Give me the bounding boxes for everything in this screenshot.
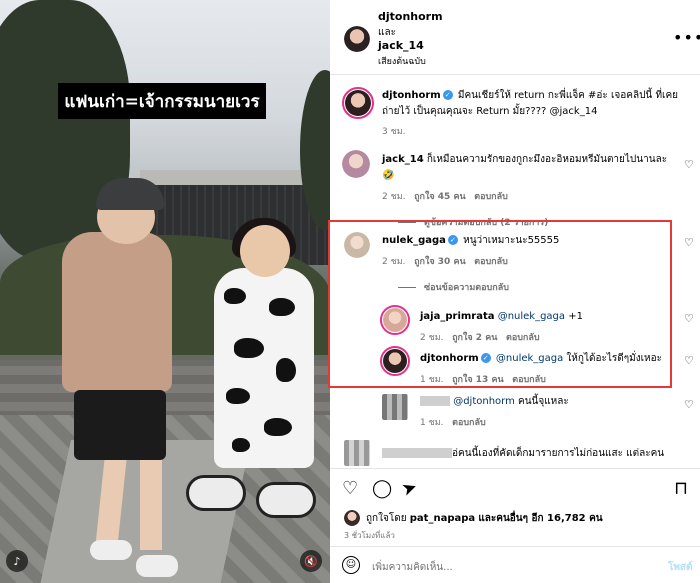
man-shoe xyxy=(90,540,132,560)
reply-button[interactable]: ตอบกลับ xyxy=(474,192,508,202)
comment-text: ก็เหมือนความรักของกูกะมึงอะอิหอมหรีมันตา… xyxy=(382,154,668,181)
comment-avatar[interactable] xyxy=(342,150,370,178)
like-comment-icon[interactable]: ♡ xyxy=(684,236,694,249)
like-comment-icon[interactable]: ♡ xyxy=(684,158,694,171)
like-comment-icon[interactable]: ♡ xyxy=(684,398,694,411)
divider xyxy=(330,546,700,547)
liked-by-count[interactable]: และคนอื่นๆ อีก 16,782 คน xyxy=(478,513,602,524)
comment-input[interactable]: เพิ่มความคิดเห็น... xyxy=(372,560,453,575)
comment-icon[interactable]: ◯ xyxy=(372,478,392,499)
video-caption: แฟนเก่า=เจ้ากรรมนายเวร xyxy=(58,83,266,119)
reel-video[interactable]: แฟนเก่า=เจ้ากรรมนายเวร ♪ 🔇 xyxy=(0,0,330,583)
comment-text: อ่คนนี้เองที่คัดเด็กมารายการไม่ก่อนแสะ แ… xyxy=(452,448,665,459)
divider xyxy=(330,468,700,469)
original-audio-link[interactable]: เสียงต้นฉบับ xyxy=(378,54,426,68)
like-reply-icon[interactable]: ♡ xyxy=(684,354,694,367)
divider xyxy=(330,74,700,75)
comment-mention[interactable]: @djtonhorm xyxy=(453,396,515,407)
comment-time: 2 ชม. xyxy=(382,192,406,202)
header-username-2[interactable]: jack_14 xyxy=(378,39,424,52)
post-timestamp: 3 ชั่วโมงที่แล้ว xyxy=(344,531,395,540)
header-and: และ xyxy=(378,27,396,38)
comment-avatar-blurred[interactable] xyxy=(344,440,370,466)
post-time: 3 ชม. xyxy=(382,127,406,137)
save-icon[interactable]: ⊓ xyxy=(674,478,688,499)
man-shoe xyxy=(136,555,178,577)
blurred-username xyxy=(382,448,452,458)
header-avatar[interactable] xyxy=(344,26,370,52)
more-icon[interactable]: ••• xyxy=(673,28,700,47)
comment-item: jack_14 ก็เหมือนความรักของกูกะมึงอะอิหอม… xyxy=(382,152,672,229)
man-shorts xyxy=(74,390,166,460)
woman-head xyxy=(240,225,290,277)
slipper xyxy=(256,482,316,518)
liked-by-avatar[interactable] xyxy=(344,510,360,526)
post-button[interactable]: โพสต์ xyxy=(668,560,693,575)
like-reply-icon[interactable]: ♡ xyxy=(684,312,694,325)
blurred-username xyxy=(420,396,450,406)
highlight-box xyxy=(328,220,672,388)
comment-item: อ่คนนี้เองที่คัดเด็กมารายการไม่ก่อนแสะ แ… xyxy=(382,446,682,462)
verified-icon: ✓ xyxy=(442,90,453,100)
mute-icon[interactable]: 🔇 xyxy=(300,550,322,572)
emoji-icon[interactable]: ☺ xyxy=(342,556,360,574)
cow-costume xyxy=(214,268,314,468)
post-author-avatar[interactable] xyxy=(342,87,374,119)
reply-button[interactable]: ตอบกลับ xyxy=(452,418,486,428)
audio-icon[interactable]: ♪ xyxy=(6,550,28,572)
post-caption-block: djtonhorm ✓ มีคนเชียร์ให้ return กะพี่แจ็… xyxy=(382,88,682,138)
liked-by: ถูกใจโดย pat_napapa และคนอื่นๆ อีก 16,78… xyxy=(366,511,603,526)
share-icon[interactable]: ➤ xyxy=(399,476,420,501)
comment-text: คนนี้จุแหละ xyxy=(514,396,569,407)
man-shirt xyxy=(62,232,172,392)
man-cap xyxy=(96,178,164,210)
comment-username[interactable]: jack_14 xyxy=(382,154,424,165)
comment-item: @djtonhorm คนนี้จุแหละ 1 ชม. ตอบกลับ xyxy=(420,394,670,429)
man-leg xyxy=(140,455,162,550)
liked-by-prefix: ถูกใจโดย xyxy=(366,513,407,524)
liked-by-user[interactable]: pat_napapa xyxy=(410,513,475,524)
comment-likes[interactable]: ถูกใจ 45 คน xyxy=(414,192,466,202)
comment-avatar-blurred[interactable] xyxy=(382,394,408,420)
post-author-username[interactable]: djtonhorm xyxy=(382,90,441,101)
comment-time: 1 ชม. xyxy=(420,418,444,428)
header-username-1[interactable]: djtonhorm xyxy=(378,10,443,23)
slipper xyxy=(186,475,246,511)
like-icon[interactable]: ♡ xyxy=(342,478,358,499)
